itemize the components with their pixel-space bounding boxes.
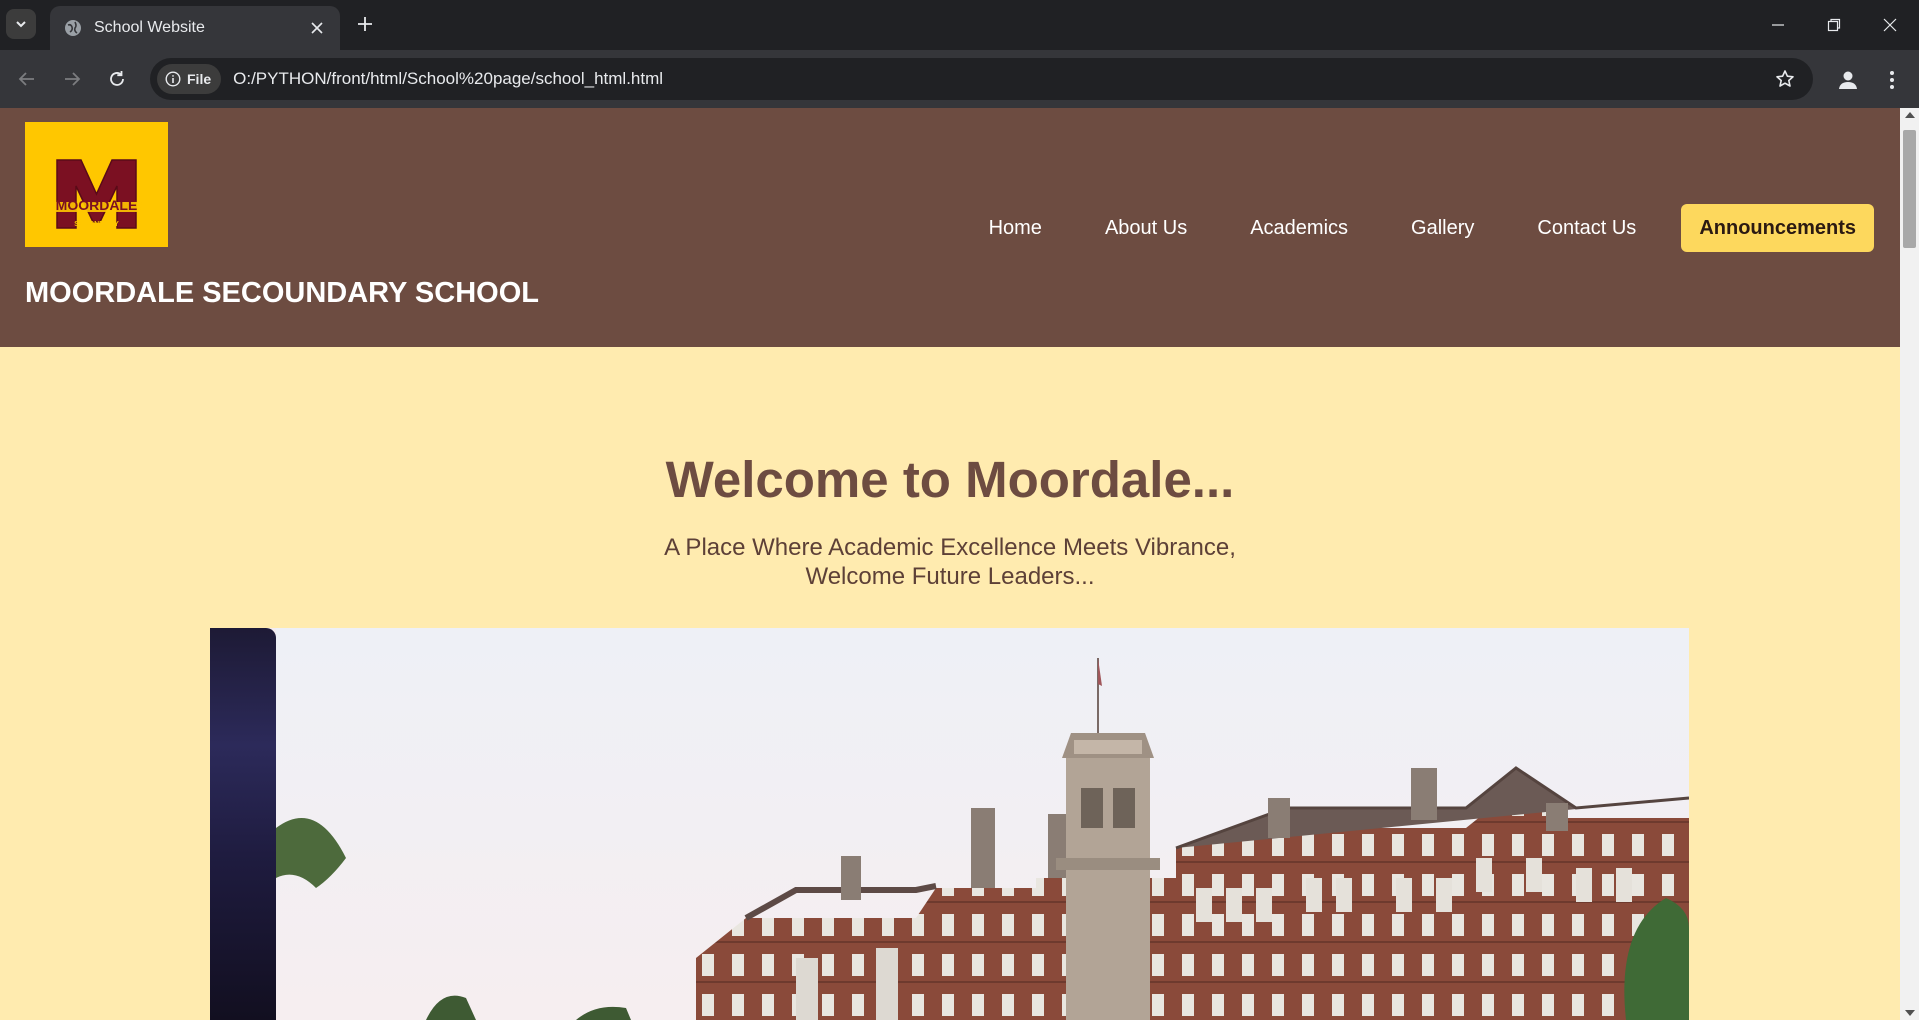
school-building-image (276, 628, 1689, 1020)
address-bar[interactable]: File O:/PYTHON/front/html/School%20page/… (150, 58, 1813, 100)
nav-contact-us[interactable]: Contact Us (1537, 217, 1636, 240)
logo-text: MOORDALE (56, 197, 138, 213)
scroll-up-arrow-icon[interactable] (1905, 112, 1915, 118)
scrollbar-thumb[interactable] (1903, 130, 1916, 248)
hero-image-carousel[interactable] (210, 628, 1689, 1020)
site-info-chip[interactable]: File (157, 64, 222, 94)
back-button[interactable] (12, 64, 42, 94)
school-crest-icon: MOORDALE SECONDARY (51, 159, 142, 229)
url-text[interactable]: O:/PYTHON/front/html/School%20page/schoo… (233, 69, 1765, 89)
browser-menu-button[interactable] (1876, 64, 1908, 96)
tab-title: School Website (94, 19, 205, 36)
logo-subtext: SECONDARY (74, 221, 119, 228)
hero-subtitle-line-1: A Place Where Academic Excellence Meets … (664, 534, 1236, 561)
close-icon[interactable] (306, 17, 328, 39)
profile-icon (1839, 71, 1857, 89)
announcements-button[interactable]: Announcements (1681, 204, 1874, 252)
browser-tab-bar: School Website (0, 0, 1919, 50)
reload-button[interactable] (102, 64, 132, 94)
previous-slide-edge (210, 628, 276, 1020)
site-header: MOORDALE SECONDARY MOORDALE SECOUNDARY S… (0, 108, 1900, 347)
browser-toolbar: File O:/PYTHON/front/html/School%20page/… (0, 50, 1919, 108)
chevron-down-icon (16, 21, 26, 28)
main-nav: Home About Us Academics Gallery Contact … (926, 204, 1874, 252)
hero-subtitle: A Place Where Academic Excellence Meets … (0, 533, 1900, 591)
star-icon[interactable] (1765, 59, 1805, 99)
new-tab-button[interactable] (352, 11, 378, 37)
nav-academics[interactable]: Academics (1250, 217, 1348, 240)
minimize-icon (1772, 24, 1784, 26)
window-close-icon (1883, 18, 1897, 32)
hero-title: Welcome to Moordale... (665, 451, 1235, 508)
menu-icon (1890, 71, 1894, 89)
school-logo[interactable]: MOORDALE SECONDARY (25, 122, 168, 247)
profile-button[interactable] (1832, 64, 1864, 96)
restore-button[interactable] (1806, 0, 1862, 50)
tab-list-button[interactable] (6, 9, 36, 39)
restore-icon (1827, 18, 1841, 32)
forward-button[interactable] (57, 64, 87, 94)
back-icon (18, 72, 34, 86)
plus-icon (358, 17, 372, 31)
url-chip-label: File (187, 71, 212, 87)
reload-icon (110, 71, 124, 86)
nav-home[interactable]: Home (989, 217, 1042, 240)
page-viewport: MOORDALE SECONDARY MOORDALE SECOUNDARY S… (0, 108, 1900, 1020)
window-close-button[interactable] (1862, 0, 1918, 50)
nav-about-us[interactable]: About Us (1105, 217, 1187, 240)
forward-icon (65, 72, 81, 86)
minimize-button[interactable] (1750, 0, 1806, 50)
school-name: MOORDALE SECOUNDARY SCHOOL (25, 277, 539, 309)
info-icon (165, 71, 181, 87)
page-scrollbar[interactable] (1900, 108, 1919, 1020)
scroll-down-arrow-icon[interactable] (1905, 1010, 1915, 1016)
nav-gallery[interactable]: Gallery (1411, 217, 1474, 240)
globe-icon (65, 20, 81, 36)
hero-subtitle-line-2: Welcome Future Leaders... (805, 563, 1095, 590)
browser-tab[interactable]: School Website (50, 6, 340, 50)
